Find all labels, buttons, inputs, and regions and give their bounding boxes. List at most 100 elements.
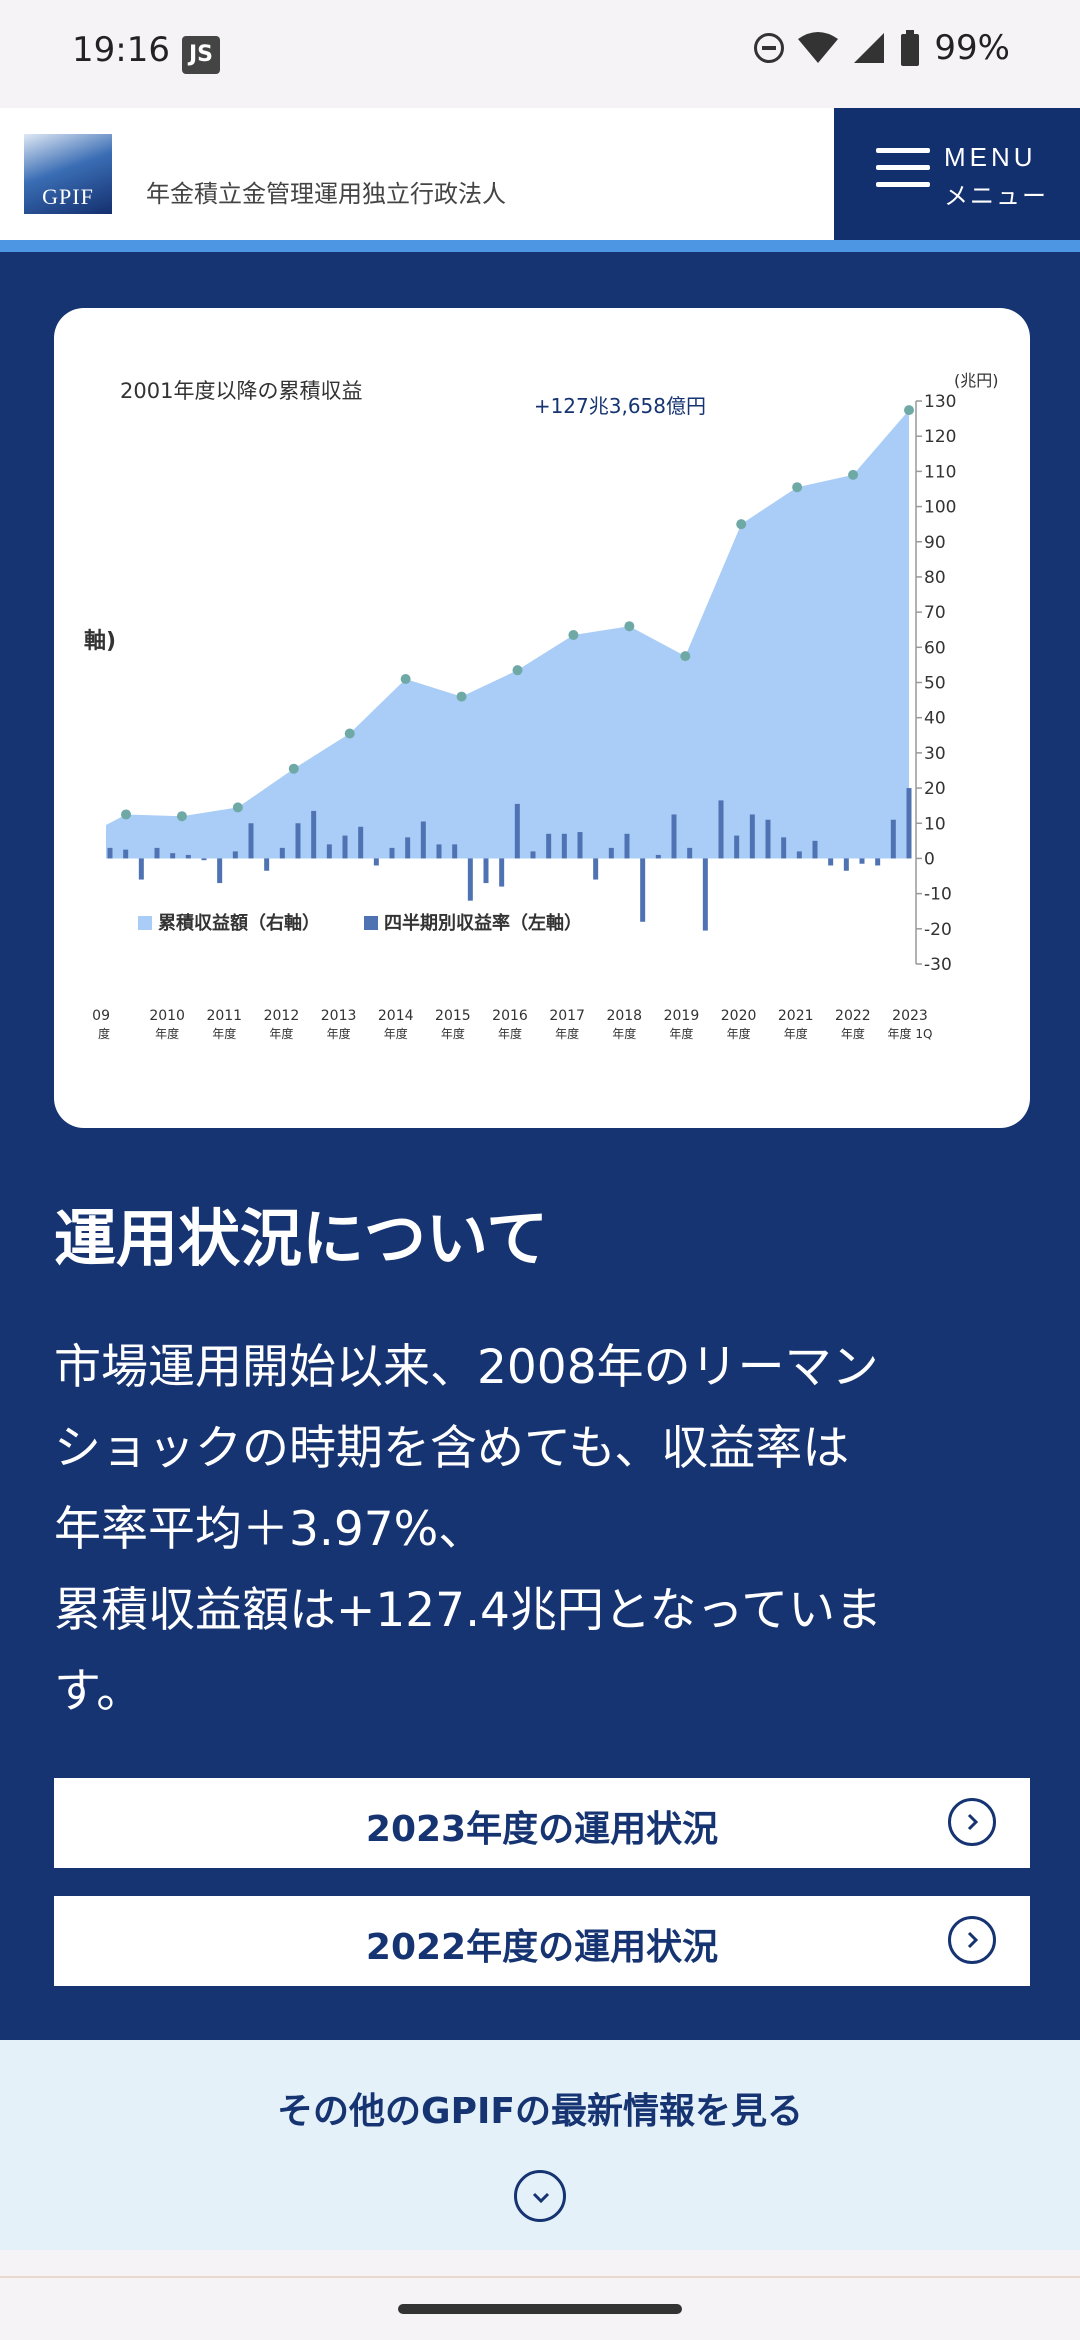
- y-tick-label: 130: [924, 392, 956, 412]
- quarterly-return-bar: [702, 858, 708, 931]
- chevron-down-icon[interactable]: [514, 2170, 566, 2222]
- x-tick-sublabel: 年度: [841, 1026, 865, 1041]
- x-tick-sublabel: 年度: [555, 1026, 579, 1041]
- fy2022-status-label: 2022年度の運用状況: [365, 1927, 719, 1968]
- quarterly-return-bar: [624, 833, 630, 859]
- menu-button[interactable]: MENU メニュー: [834, 108, 1080, 240]
- y-tick-label: 60: [924, 638, 946, 658]
- status-icons: 99%: [754, 28, 1010, 68]
- x-tick-label: 2013: [321, 1008, 357, 1024]
- cumulative-returns-chart-card: 130 120 110 100 90 80 70 60 50 40 30 20 10 0 -10 -20 -30…: [54, 308, 1030, 1128]
- y-tick-label: 70: [924, 603, 946, 623]
- quarterly-return-bar: [264, 858, 270, 871]
- cumulative-point: [512, 665, 523, 676]
- divider: [0, 2276, 1080, 2278]
- quarterly-return-bar: [201, 858, 207, 861]
- gpif-logo[interactable]: GPIF: [24, 134, 112, 214]
- quarterly-return-bar: [561, 833, 567, 859]
- quarterly-return-bar: [107, 847, 113, 859]
- y-tick-label: 80: [924, 568, 946, 588]
- y-tick-label: 110: [924, 462, 956, 482]
- x-tick-label: 2019: [664, 1008, 700, 1024]
- y-tick-label: 30: [924, 744, 946, 764]
- fy2023-status-button[interactable]: 2023年度の運用状況: [54, 1778, 1030, 1868]
- x-tick-label: 2016: [492, 1008, 528, 1024]
- quarterly-return-bar: [546, 833, 552, 859]
- quarterly-return-bar: [326, 844, 332, 859]
- body-line: 累積収益額は+127.4兆円となっていま: [54, 1583, 883, 1638]
- x-tick-sublabel: 年度: [384, 1026, 408, 1041]
- body-line: 年率平均＋3.97%、: [54, 1502, 486, 1557]
- quarterly-return-bar: [154, 847, 160, 859]
- signal-icon: [854, 33, 885, 63]
- header-stripe: [0, 240, 1080, 252]
- x-tick-sublabel: 年度: [612, 1026, 636, 1041]
- quarterly-return-bar: [373, 858, 379, 866]
- section-title: 運用状況について: [54, 1202, 549, 1275]
- dnd-icon: [754, 33, 785, 63]
- legend-label-quarterly: 四半期別収益率（左軸）: [384, 912, 582, 934]
- quarterly-return-bar: [749, 814, 755, 859]
- left-axis-fragment: 軸): [84, 628, 116, 654]
- quarterly-return-bar: [483, 858, 489, 884]
- x-tick-sublabel: 年度: [327, 1026, 351, 1041]
- cumulative-point: [400, 673, 411, 684]
- quarterly-return-bar: [796, 851, 802, 859]
- legend-swatch-quarterly: [364, 916, 378, 930]
- quarterly-return-bar: [608, 847, 614, 859]
- quarterly-return-bar: [718, 800, 724, 859]
- quarterly-return-bar: [499, 858, 505, 887]
- cumulative-point: [904, 405, 914, 416]
- status-bar: 19:16 JS 99%: [0, 0, 1080, 108]
- quarterly-return-bar: [436, 844, 442, 859]
- y-tick-label: 10: [924, 814, 946, 834]
- x-tick-label: 2014: [378, 1008, 414, 1024]
- y-tick-label: 90: [924, 533, 946, 553]
- x-tick-sublabel: 年度: [155, 1026, 179, 1041]
- org-name: 年金積立金管理運用独立行政法人: [146, 180, 506, 208]
- x-tick-label: 2012: [264, 1008, 300, 1024]
- fy2022-status-button[interactable]: 2022年度の運用状況: [54, 1896, 1030, 1986]
- x-tick-label: 2011: [206, 1008, 242, 1024]
- x-tick-label: 2022: [835, 1008, 871, 1024]
- cumulative-point: [288, 763, 299, 774]
- section-body: 市場運用開始以来、2008年のリーマン ショックの時期を含めても、収益率は 年率…: [54, 1327, 1034, 1732]
- cumulative-point: [792, 482, 803, 493]
- cumulative-point: [680, 651, 691, 662]
- cumulative-area: [106, 410, 909, 859]
- cumulative-point: [232, 802, 243, 813]
- latest-info-band[interactable]: その他のGPIFの最新情報を見る: [0, 2040, 1080, 2250]
- x-tick-sublabel: 年度: [269, 1026, 293, 1041]
- x-tick-sublabel: 年度: [441, 1026, 465, 1041]
- y-tick-label: 20: [924, 779, 946, 799]
- quarterly-return-bar: [530, 851, 536, 859]
- quarterly-return-bar: [185, 854, 191, 859]
- quarterly-return-bar: [781, 837, 787, 859]
- y-tick-label: -10: [924, 885, 952, 905]
- x-tick-label: 2015: [435, 1008, 471, 1024]
- quarterly-return-bar: [859, 858, 865, 864]
- y-tick-label: -20: [924, 920, 952, 940]
- y-tick-label: 0: [924, 849, 935, 869]
- x-tick-sublabel: 年度: [784, 1026, 808, 1041]
- cumulative-point: [736, 519, 747, 530]
- gesture-bar[interactable]: [398, 2304, 682, 2314]
- quarterly-return-bar: [734, 835, 740, 859]
- chart-title: 2001年度以降の累積収益: [120, 379, 362, 403]
- x-tick-sublabel: 年度: [212, 1026, 236, 1041]
- quarterly-return-bar: [828, 858, 834, 866]
- logo-text: GPIF: [42, 184, 94, 209]
- x-tick-sublabel: 年度: [669, 1026, 693, 1041]
- wifi-icon: [798, 32, 839, 63]
- quarterly-return-bar: [217, 858, 223, 884]
- latest-info-link[interactable]: その他のGPIFの最新情報を見る: [0, 2082, 1080, 2134]
- chevron-right-icon: [948, 1798, 996, 1846]
- x-tick-label: 2018: [606, 1008, 642, 1024]
- x-tick-sublabel: 年度: [727, 1026, 751, 1041]
- cumulative-point: [568, 629, 579, 640]
- quarterly-return-bar: [358, 826, 364, 859]
- quarterly-return-bar: [311, 810, 317, 859]
- quarterly-return-bar: [138, 858, 144, 880]
- quarterly-return-bar: [906, 788, 912, 859]
- battery-icon: [901, 30, 920, 66]
